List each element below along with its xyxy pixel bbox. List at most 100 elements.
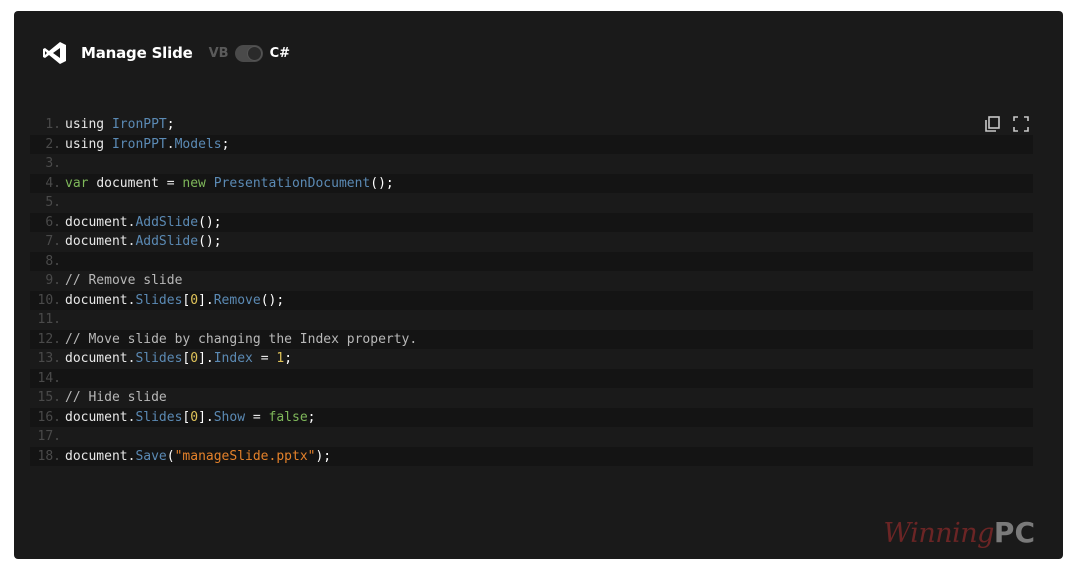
code-text: using IronPPT;	[65, 115, 175, 135]
code-token: document.	[65, 214, 136, 230]
code-token: document.	[65, 409, 136, 425]
code-token: ();	[198, 234, 222, 249]
line-number: 14.	[37, 370, 61, 386]
code-token: document.	[65, 292, 136, 308]
code-token: document.	[65, 448, 136, 464]
code-token: AddSlide	[135, 214, 199, 230]
code-token: ].	[198, 351, 214, 366]
code-token: ();	[198, 214, 222, 230]
line-number: 8.	[45, 253, 61, 269]
code-text: document.Save("manageSlide.pptx");	[65, 447, 331, 467]
code-line: 6. document.AddSlide();	[30, 212, 1033, 232]
code-token: Remove	[213, 292, 261, 308]
code-text: document.AddSlide();	[65, 232, 222, 252]
line-number: 3.	[45, 156, 61, 171]
code-line: 3.	[30, 154, 1033, 174]
code-token: ].	[198, 292, 214, 308]
code-line: 15. // Hide slide	[30, 388, 1033, 408]
code-token: 0	[190, 292, 199, 308]
code-text: // Remove slide	[65, 271, 182, 291]
watermark-part2: PC	[993, 516, 1035, 549]
code-token: ();	[260, 292, 285, 308]
code-token: =	[252, 351, 277, 366]
line-number: 1.	[45, 117, 61, 132]
code-token: Slides	[135, 351, 183, 366]
code-token: "manageSlide.pptx"	[174, 448, 316, 464]
code-token: false	[268, 409, 308, 425]
code-token: Slides	[135, 292, 183, 308]
code-block: 1. using IronPPT; 2. using IronPPT.Models; 3…	[30, 115, 1033, 466]
code-token: Save	[135, 448, 167, 464]
code-token: Models	[174, 136, 222, 152]
code-line: 4. var document = new PresentationDocumen…	[30, 173, 1033, 194]
code-token: 1	[276, 351, 285, 366]
code-token: document.	[65, 351, 136, 366]
line-number: 9.	[45, 273, 61, 288]
line-number: 11.	[37, 312, 61, 327]
code-line: 5.	[30, 193, 1033, 213]
code-text: var document = new PresentationDocument(…	[65, 174, 394, 194]
code-token: ;	[284, 351, 293, 366]
code-token: // Remove slide	[65, 273, 183, 288]
code-token: using	[65, 117, 112, 132]
code-token: // Move slide by changing the Index prop…	[65, 331, 418, 347]
code-line: 10. document.Slides[0].Remove();	[30, 290, 1033, 311]
code-text: // Move slide by changing the Index prop…	[65, 330, 417, 350]
line-number: 12.	[37, 331, 61, 347]
code-token: 0	[190, 409, 199, 425]
code-line: 1. using IronPPT;	[30, 115, 1033, 135]
code-token: var	[65, 175, 97, 191]
code-token: Show	[213, 409, 246, 425]
code-line: 17.	[30, 427, 1033, 447]
line-number: 18.	[37, 448, 61, 464]
code-line: 16. document.Slides[0].Show = false;	[30, 407, 1033, 428]
code-line: 9. // Remove slide	[30, 271, 1033, 291]
code-token: // Hide slide	[65, 390, 167, 405]
code-text: using IronPPT.Models;	[65, 135, 229, 155]
code-line: 2. using IronPPT.Models;	[30, 134, 1033, 155]
code-token: IronPPT	[111, 136, 167, 152]
code-token: ;	[166, 117, 175, 132]
code-token: ();	[370, 175, 394, 191]
code-text: document.Slides[0].Remove();	[65, 291, 284, 311]
watermark-part1: Winning	[883, 518, 994, 549]
line-number: 4.	[45, 175, 61, 191]
code-token: ].	[198, 409, 214, 425]
code-token: using	[65, 136, 112, 152]
line-number: 10.	[37, 292, 61, 308]
visual-studio-icon	[42, 40, 68, 66]
code-token: document.	[65, 234, 136, 249]
code-header: Manage Slide VB C#	[42, 37, 290, 69]
code-line: 7. document.AddSlide();	[30, 232, 1033, 252]
line-number: 13.	[37, 351, 61, 366]
code-token: .	[166, 136, 175, 152]
lang-cs-label[interactable]: C#	[270, 46, 290, 61]
language-toggle[interactable]	[234, 44, 263, 62]
code-token: ;	[307, 409, 316, 425]
code-line: 14.	[30, 368, 1033, 388]
code-panel: Manage Slide VB C# 1. using IronPPT; 2. usi…	[14, 11, 1063, 559]
code-line: 18. document.Save("manageSlide.pptx");	[30, 446, 1033, 467]
code-token: Index	[213, 351, 253, 366]
code-token: Slides	[135, 409, 183, 425]
line-number: 6.	[45, 214, 61, 230]
code-line: 11.	[30, 310, 1033, 330]
line-number: 16.	[37, 409, 61, 425]
code-token: =	[245, 409, 269, 425]
line-number: 7.	[45, 234, 61, 249]
code-text: // Hide slide	[65, 388, 167, 408]
code-token: (	[166, 448, 175, 464]
code-line: 8.	[30, 251, 1033, 271]
line-number: 5.	[45, 195, 61, 210]
code-text: document.Slides[0].Index = 1;	[65, 349, 292, 369]
code-token: );	[315, 448, 332, 464]
code-line: 13. document.Slides[0].Index = 1;	[30, 349, 1033, 369]
toggle-knob	[246, 45, 262, 61]
line-number: 15.	[37, 390, 61, 405]
code-token: ;	[221, 136, 230, 152]
lang-vb-label[interactable]: VB	[209, 46, 229, 61]
code-token: PresentationDocument	[213, 175, 371, 191]
code-token: new	[182, 175, 214, 191]
code-text: document.Slides[0].Show = false;	[65, 408, 316, 428]
line-number: 2.	[45, 136, 61, 152]
